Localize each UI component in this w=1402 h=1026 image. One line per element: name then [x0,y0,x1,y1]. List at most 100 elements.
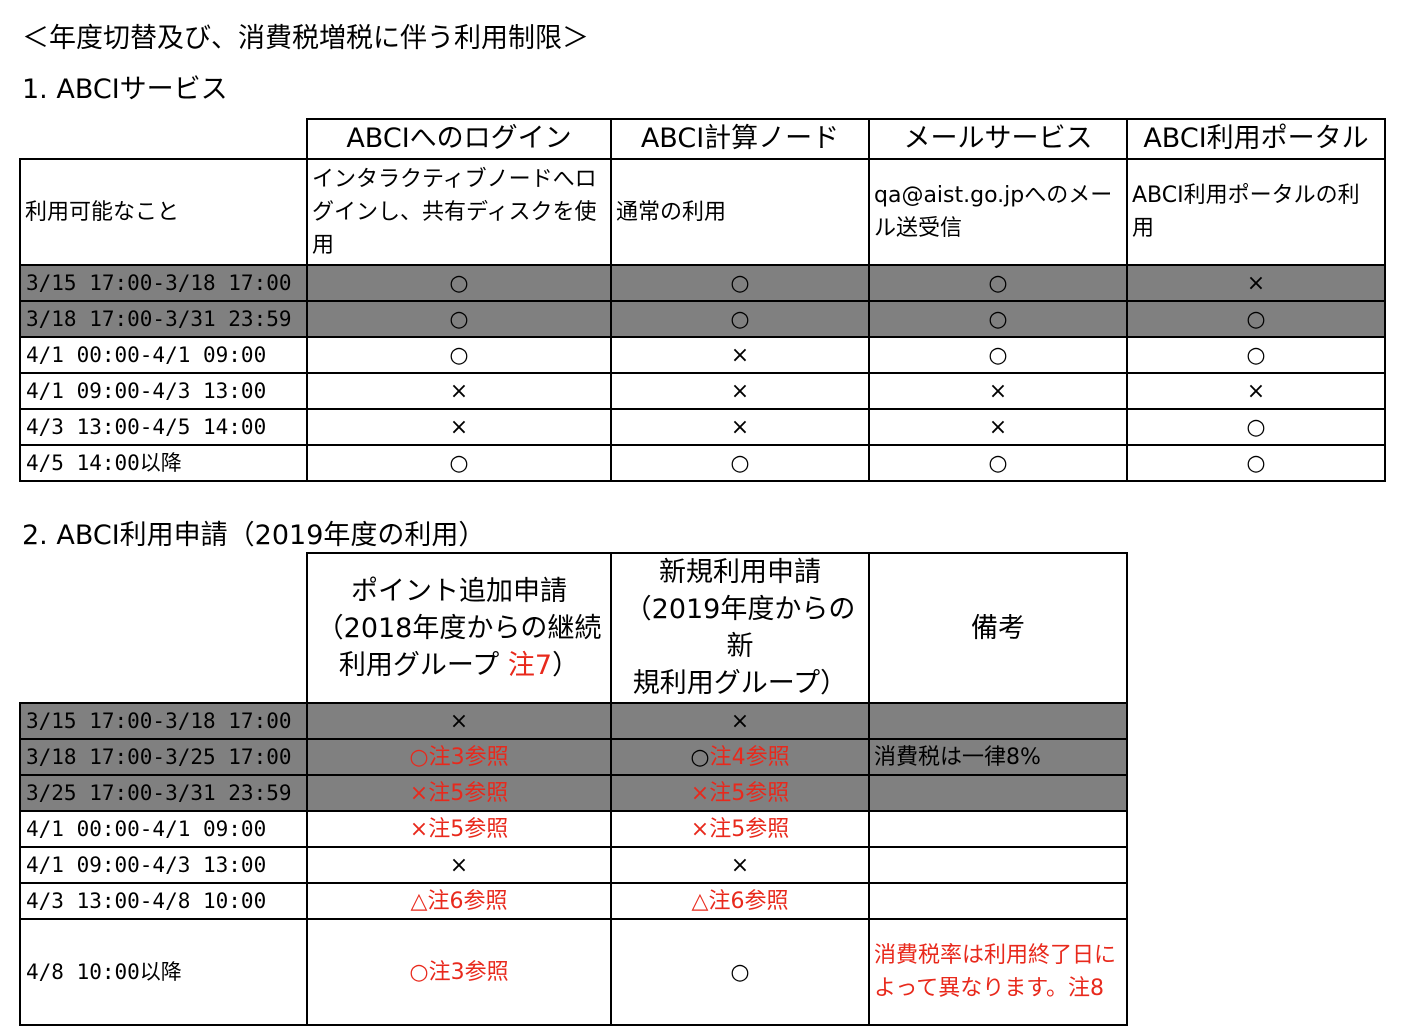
col-header-compute: ABCI計算ノード [610,118,870,160]
note-reference: 注3参照 [428,959,509,985]
col-header-new-app-line1: 新規利用申請 [659,557,821,588]
new-app-status: ×注5参照 [610,810,870,848]
availability-mark: ○ [1126,336,1386,374]
remark-cell: 消費税率は利用終了日によって異なります。注8 [868,918,1128,1026]
point-add-status: ×注5参照 [306,810,612,848]
service-availability-table: ABCIへのログイン ABCI計算ノード メールサービス ABCI利用ポータル … [19,118,1386,482]
application-table: ポイント追加申請 （2018年度からの継続 利用グループ 注7） 新規利用申請 … [19,552,1128,1026]
col-header-point-add-line1: ポイント追加申請 [351,575,567,607]
availability-mark: ○ [868,336,1128,374]
availability-mark: ○ [868,300,1128,338]
table-row: 4/5 14:00以降 ○ ○ ○ ○ [19,444,1386,482]
new-app-status: ○注4参照 [610,738,870,776]
availability-mark: × [610,336,870,374]
new-app-status: ○ [610,918,870,1026]
point-add-status: ○注3参照 [306,738,612,776]
new-app-status: ×注5参照 [610,774,870,812]
availability-mark: ○ [1126,444,1386,482]
period-cell: 4/3 13:00-4/5 14:00 [19,408,308,446]
col-header-new-app-line3: 規利用グループ） [632,668,848,699]
note7-label: 注7 [507,649,553,681]
col-header-portal: ABCI利用ポータル [1126,118,1386,160]
availability-mark: ○ [610,300,870,338]
availability-mark: × [868,408,1128,446]
col-header-new-app: 新規利用申請 （2019年度からの新 規利用グループ） [610,552,870,704]
note-reference: 注5参照 [428,780,509,806]
col-header-new-app-line2: （2019年度からの新 [624,594,856,662]
period-cell: 4/1 09:00-4/3 13:00 [19,372,308,410]
corner-cell [20,553,307,703]
status-mark: × [449,852,469,878]
period-cell: 3/25 17:00-3/31 23:59 [19,774,308,812]
period-cell: 4/3 13:00-4/8 10:00 [19,882,308,920]
availability-mark: ○ [868,444,1128,482]
new-app-status: × [610,702,870,740]
col-header-mail: メールサービス [868,118,1128,160]
period-cell: 3/18 17:00-3/25 17:00 [19,738,308,776]
status-mark: × [409,816,429,842]
status-mark: △ [410,888,428,914]
point-add-status: ○注3参照 [306,918,612,1026]
note-reference: 注3参照 [428,744,509,770]
availability-mark: ○ [610,264,870,302]
new-app-status: × [610,846,870,884]
note-reference: 注6参照 [427,888,508,914]
status-mark: × [690,780,710,806]
col-header-remarks: 備考 [868,552,1128,704]
status-mark: × [690,816,710,842]
desc-portal: ABCI利用ポータルの利用 [1126,158,1386,266]
availability-mark: ○ [306,336,612,374]
table-row: 3/15 17:00-3/18 17:00 ○ ○ ○ × [19,264,1386,302]
table-row: 3/25 17:00-3/31 23:59 ×注5参照 ×注5参照 [19,774,1128,812]
col-header-point-add-line2: （2018年度からの継続 [316,612,602,644]
status-mark: × [449,708,469,734]
table-row: 3/18 17:00-3/25 17:00 ○注3参照 ○注4参照 消費税は一律8% [19,738,1128,776]
table-row: 4/1 00:00-4/1 09:00 ×注5参照 ×注5参照 [19,810,1128,848]
col-header-point-add-line3-end: ） [552,649,580,681]
point-add-status: ×注5参照 [306,774,612,812]
note-reference: 注4参照 [709,744,790,770]
status-mark: ○ [730,959,750,985]
availability-mark: ○ [868,264,1128,302]
status-mark: ○ [690,744,710,770]
table-row: 4/3 13:00-4/8 10:00 △注6参照 △注6参照 [19,882,1128,920]
remark-cell [868,702,1128,740]
period-cell: 3/18 17:00-3/31 23:59 [19,300,308,338]
table-row: 4/1 09:00-4/3 13:00 × × × × [19,372,1386,410]
availability-mark: ○ [1126,408,1386,446]
desc-compute: 通常の利用 [610,158,870,266]
desc-login: インタラクティブノードへログインし、共有ディスクを使用 [306,158,612,266]
desc-mail: qa@aist.go.jpへのメール送受信 [868,158,1128,266]
table-row: 4/1 00:00-4/1 09:00 ○ × ○ ○ [19,336,1386,374]
new-app-status: △注6参照 [610,882,870,920]
section1-heading: 1. ABCIサービス [22,74,228,105]
availability-mark: × [1126,372,1386,410]
note-reference: 注5参照 [709,816,790,842]
availability-mark: × [610,372,870,410]
note-reference: 注5参照 [428,816,509,842]
period-cell: 3/15 17:00-3/18 17:00 [19,702,308,740]
period-cell: 4/1 09:00-4/3 13:00 [19,846,308,884]
period-cell: 3/15 17:00-3/18 17:00 [19,264,308,302]
status-mark: × [730,852,750,878]
availability-mark: ○ [306,300,612,338]
point-add-status: × [306,846,612,884]
table-row: 3/18 17:00-3/31 23:59 ○ ○ ○ ○ [19,300,1386,338]
status-mark: ○ [409,744,429,770]
status-mark: ○ [409,959,429,985]
table-row: 4/3 13:00-4/5 14:00 × × × ○ [19,408,1386,446]
availability-mark: ○ [306,444,612,482]
availability-mark: × [1126,264,1386,302]
remark-cell [868,774,1128,812]
table-row: 3/15 17:00-3/18 17:00 × × [19,702,1128,740]
availability-mark: × [868,372,1128,410]
period-cell: 4/8 10:00以降 [19,918,308,1026]
note-reference: 注6参照 [708,888,789,914]
point-add-status: × [306,702,612,740]
status-mark: × [730,708,750,734]
period-cell: 4/1 00:00-4/1 09:00 [19,336,308,374]
availability-mark: ○ [306,264,612,302]
remark-cell [868,882,1128,920]
period-cell: 4/5 14:00以降 [19,444,308,482]
col-header-point-add-line3-text: 利用グループ [338,649,508,681]
